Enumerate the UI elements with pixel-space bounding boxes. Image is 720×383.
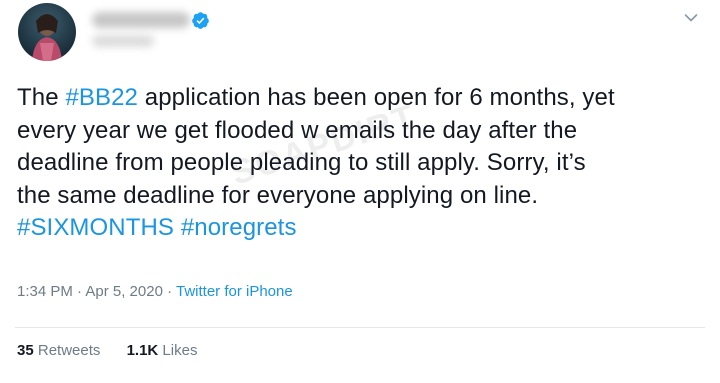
username-blurred[interactable] [92, 35, 154, 47]
source-link[interactable]: Twitter for iPhone [176, 283, 293, 300]
tweet-text-line: The #BB22 application has been open for … [17, 82, 697, 115]
engagement-stats: 35 Retweets 1.1K Likes [17, 342, 219, 359]
tweet-text-segment: The [17, 84, 66, 111]
avatar[interactable] [18, 3, 76, 61]
tweet-text-segment: application has been open for 6 months, … [138, 84, 615, 111]
tweet-text-line: deadline from people pleading to still a… [17, 147, 697, 180]
hashtag-link[interactable]: #noregrets [181, 214, 297, 241]
tweet-text-line: #SIXMONTHS #noregrets [17, 212, 697, 245]
divider [15, 327, 705, 328]
tweet-text: The #BB22 application has been open for … [17, 82, 697, 245]
tweet-text-segment [174, 214, 181, 241]
verified-badge-icon [192, 12, 209, 29]
chevron-down-icon[interactable] [684, 13, 698, 23]
tweet-text-segment: the same deadline for everyone applying … [17, 181, 539, 209]
likes-count: 1.1K [126, 342, 159, 359]
tweet-card: SOAPDIRT The #BB22 application has been … [0, 0, 720, 383]
tweet-text-segment: deadline from people pleading to still a… [17, 149, 586, 176]
hashtag-link[interactable]: #BB22 [65, 84, 138, 111]
retweets-count: 35 [17, 342, 34, 359]
retweets-stat[interactable]: 35 Retweets [17, 342, 105, 359]
tweet-text-line: every year we get flooded w emails the d… [17, 115, 697, 148]
display-name-blurred[interactable] [92, 12, 190, 28]
retweets-label: Retweets [37, 342, 101, 359]
timestamp[interactable]: 1:34 PM · Apr 5, 2020 [17, 283, 163, 300]
tweet-text-segment: every year we get flooded w emails the d… [17, 116, 578, 144]
tweet-text-line: the same deadline for everyone applying … [17, 180, 697, 213]
tweet-meta: 1:34 PM · Apr 5, 2020 · Twitter for iPho… [17, 283, 293, 300]
likes-label: Likes [162, 342, 198, 359]
likes-stat[interactable]: 1.1K Likes [127, 342, 198, 359]
meta-separator: · [162, 283, 176, 300]
hashtag-link[interactable]: #SIXMONTHS [17, 214, 174, 241]
